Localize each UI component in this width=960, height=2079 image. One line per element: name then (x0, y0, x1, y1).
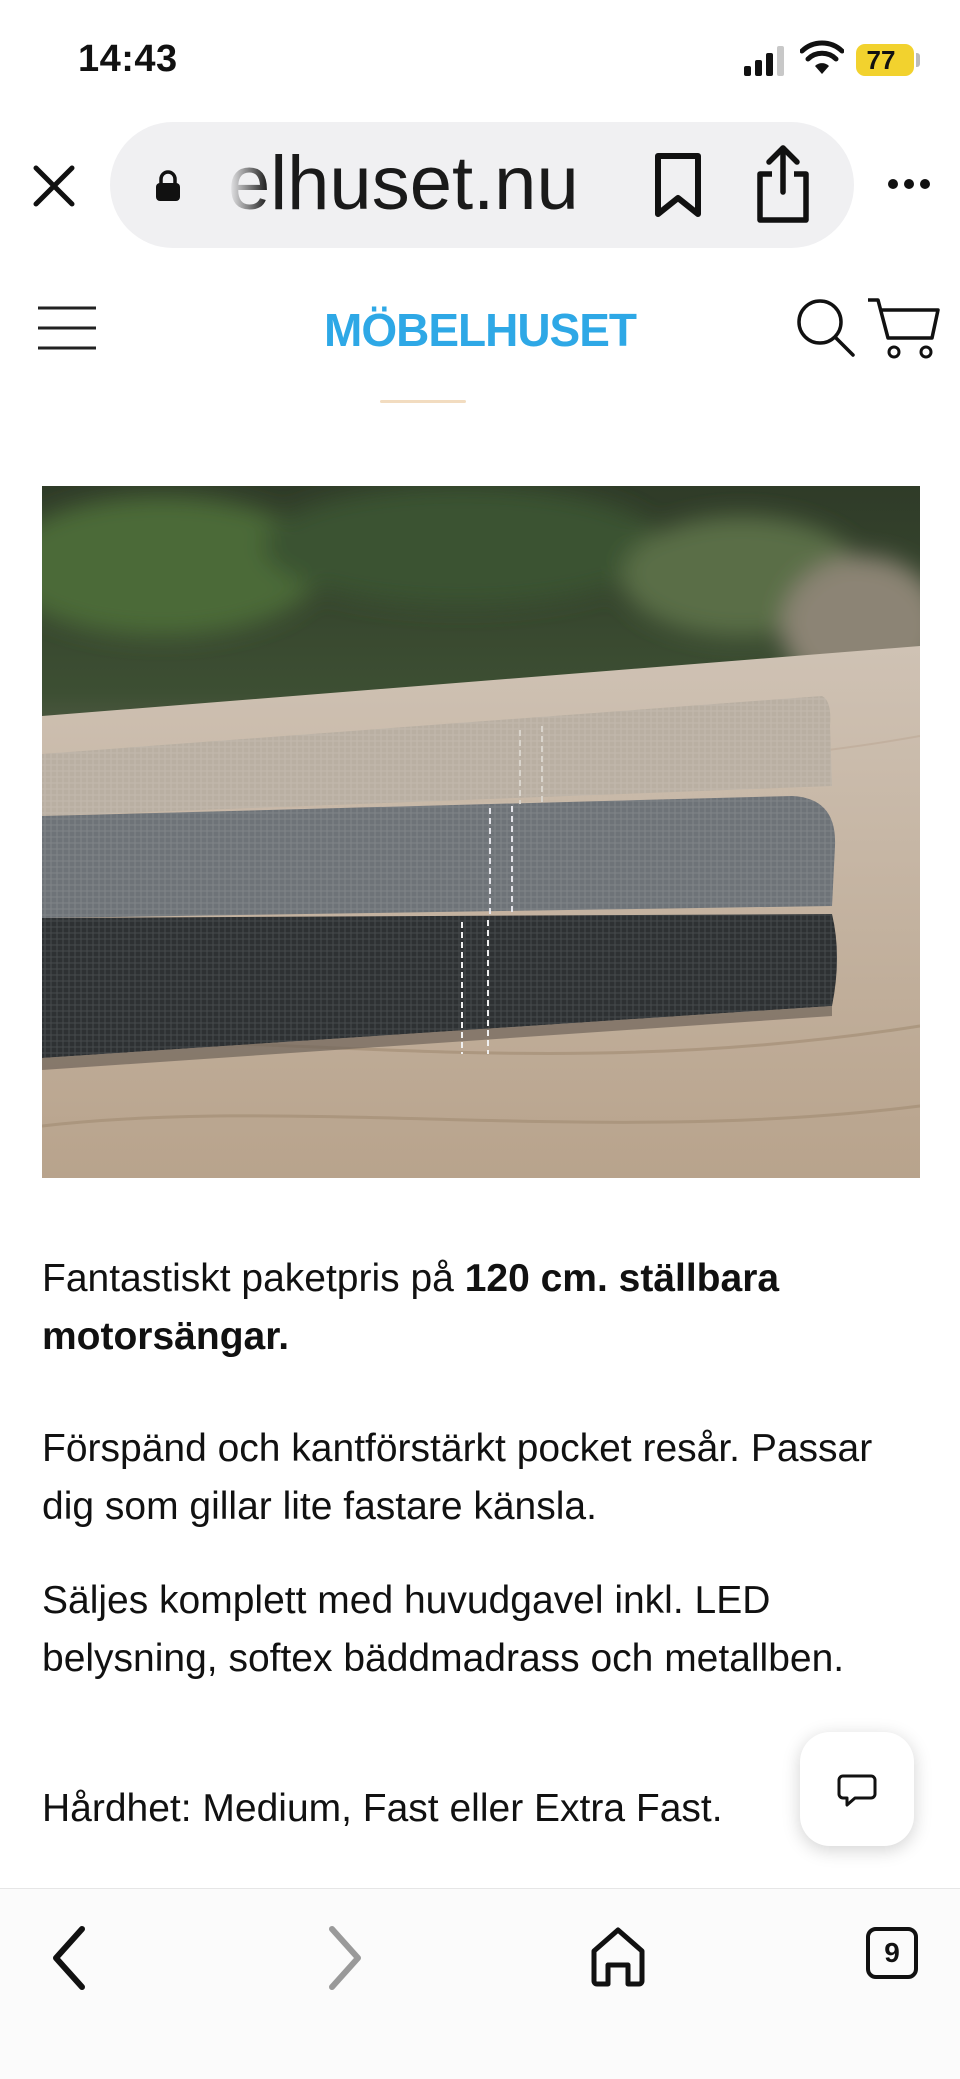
product-description-spring: Förspänd och kantförstärkt pocket resår.… (42, 1427, 873, 1528)
battery-cap (916, 53, 920, 67)
lock-icon (156, 170, 180, 201)
logo-text: MÖBELHUSET (324, 304, 637, 356)
signal-icon (744, 46, 786, 76)
tabs-icon[interactable]: 9 (866, 1927, 918, 1979)
cart-icon[interactable] (866, 296, 940, 362)
logo-underline (380, 400, 466, 403)
product-description-includes: Säljes komplett med huvudgavel inkl. LED… (42, 1579, 845, 1680)
chat-icon (837, 1774, 877, 1807)
browser-toolbar: 9 (0, 1888, 960, 2079)
fabric-samples-image (42, 486, 920, 1178)
search-icon[interactable] (794, 296, 856, 358)
status-time: 14:43 (78, 38, 178, 80)
tab-count: 9 (884, 1937, 900, 1968)
wifi-icon (800, 40, 844, 74)
close-icon[interactable] (28, 160, 80, 212)
share-icon[interactable] (750, 144, 816, 224)
chat-button[interactable] (800, 1732, 914, 1846)
url-fade (228, 144, 268, 224)
more-icon[interactable] (886, 176, 932, 192)
status-bar: 14:43 77 (0, 0, 960, 120)
url-text: elhuset.nu (228, 144, 579, 224)
menu-icon[interactable] (36, 304, 98, 352)
bookmark-icon[interactable] (650, 152, 706, 218)
intro-text: Fantastiskt paketpris på (42, 1257, 465, 1300)
product-description-firmness: Hårdhet: Medium, Fast eller Extra Fast. (42, 1787, 723, 1830)
forward-icon[interactable] (322, 1923, 368, 1993)
battery-icon: 77 (856, 44, 914, 76)
back-icon[interactable] (46, 1923, 92, 1993)
site-logo[interactable]: MÖBELHUSET (320, 288, 640, 368)
product-description-intro: Fantastiskt paketpris på 120 cm. ställba… (42, 1250, 922, 1366)
address-bar[interactable]: elhuset.nu (110, 122, 854, 248)
battery-level: 77 (866, 45, 896, 75)
home-icon[interactable] (588, 1925, 648, 1987)
